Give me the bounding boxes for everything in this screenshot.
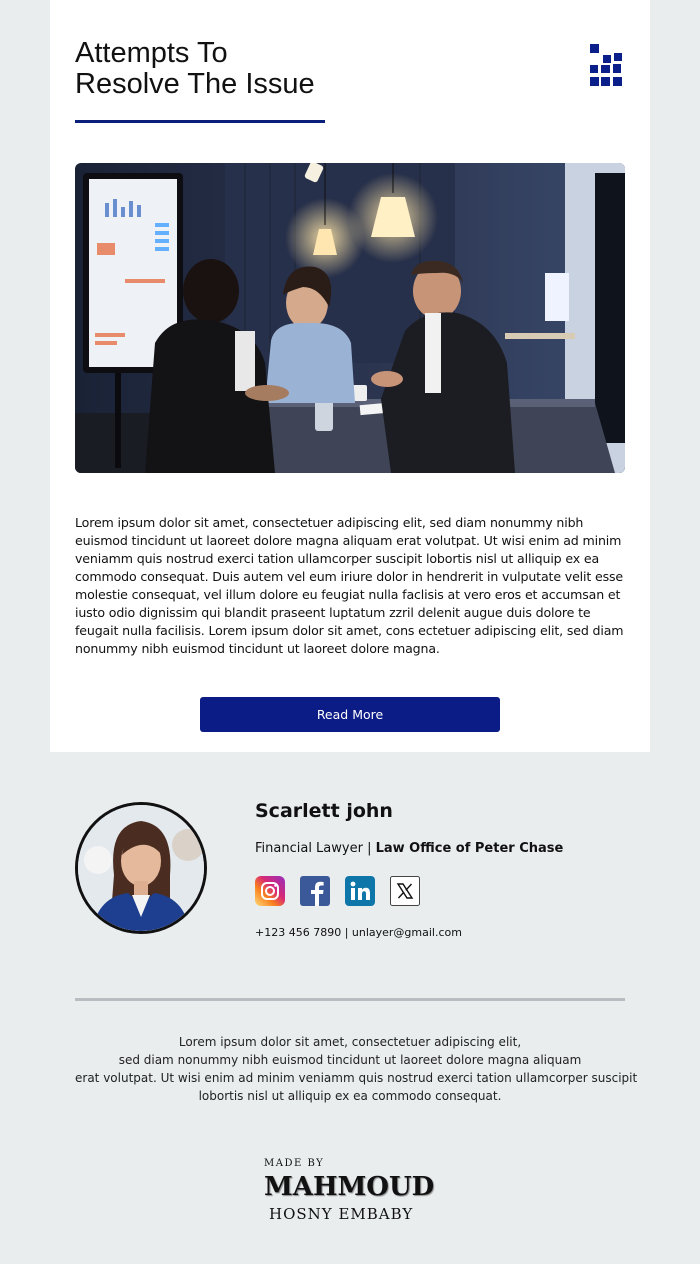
instagram-icon[interactable] [255,876,285,906]
footer-divider [75,998,625,1001]
article-body: Lorem ipsum dolor sit amet, consectetuer… [75,515,624,656]
footer-line: lobortis nisl ut alliquip ex ea commodo … [198,1089,502,1103]
article-title-line-1: Attempts To [75,37,228,69]
made-by-subname: HOSNY EMBABY [269,1205,414,1223]
signature-company: Law Office of Peter Chase [375,841,564,856]
footer-text: Lorem ipsum dolor sit amet, consectetuer… [75,1033,638,1105]
read-more-button[interactable]: Read More [200,697,500,732]
x-twitter-icon[interactable] [390,876,420,906]
made-by-logo: MADE BY MAHMOUD HOSNY EMBABY [264,1158,434,1224]
brand-logo-icon [590,44,622,86]
signature-role: Financial Lawyer [255,841,363,856]
title-underline [75,120,325,123]
article-card: Attempts To Resolve The Issue Lorem ipsu… [50,0,650,752]
hero-image [75,163,625,473]
signature-separator: | [362,841,376,856]
footer-line: sed diam nonummy nibh euismod tincidunt … [118,1053,582,1067]
signature-contact: +123 456 7890 | unlayer@gmail.com [255,926,462,939]
avatar [75,802,207,934]
signature-role-line: Financial Lawyer | Law Office of Peter C… [255,841,563,856]
facebook-icon[interactable] [300,876,330,906]
footer-line: Lorem ipsum dolor sit amet, consectetuer… [178,1035,522,1049]
made-by-name: MAHMOUD [264,1172,435,1202]
linkedin-icon[interactable] [345,876,375,906]
article-title: Attempts To Resolve The Issue [75,38,315,100]
signature-name: Scarlett john [255,800,393,822]
made-by-label: MADE BY [264,1158,325,1169]
footer-line: erat volutpat. Ut wisi enim ad minim ven… [75,1071,638,1085]
article-title-line-2: Resolve The Issue [75,68,315,100]
